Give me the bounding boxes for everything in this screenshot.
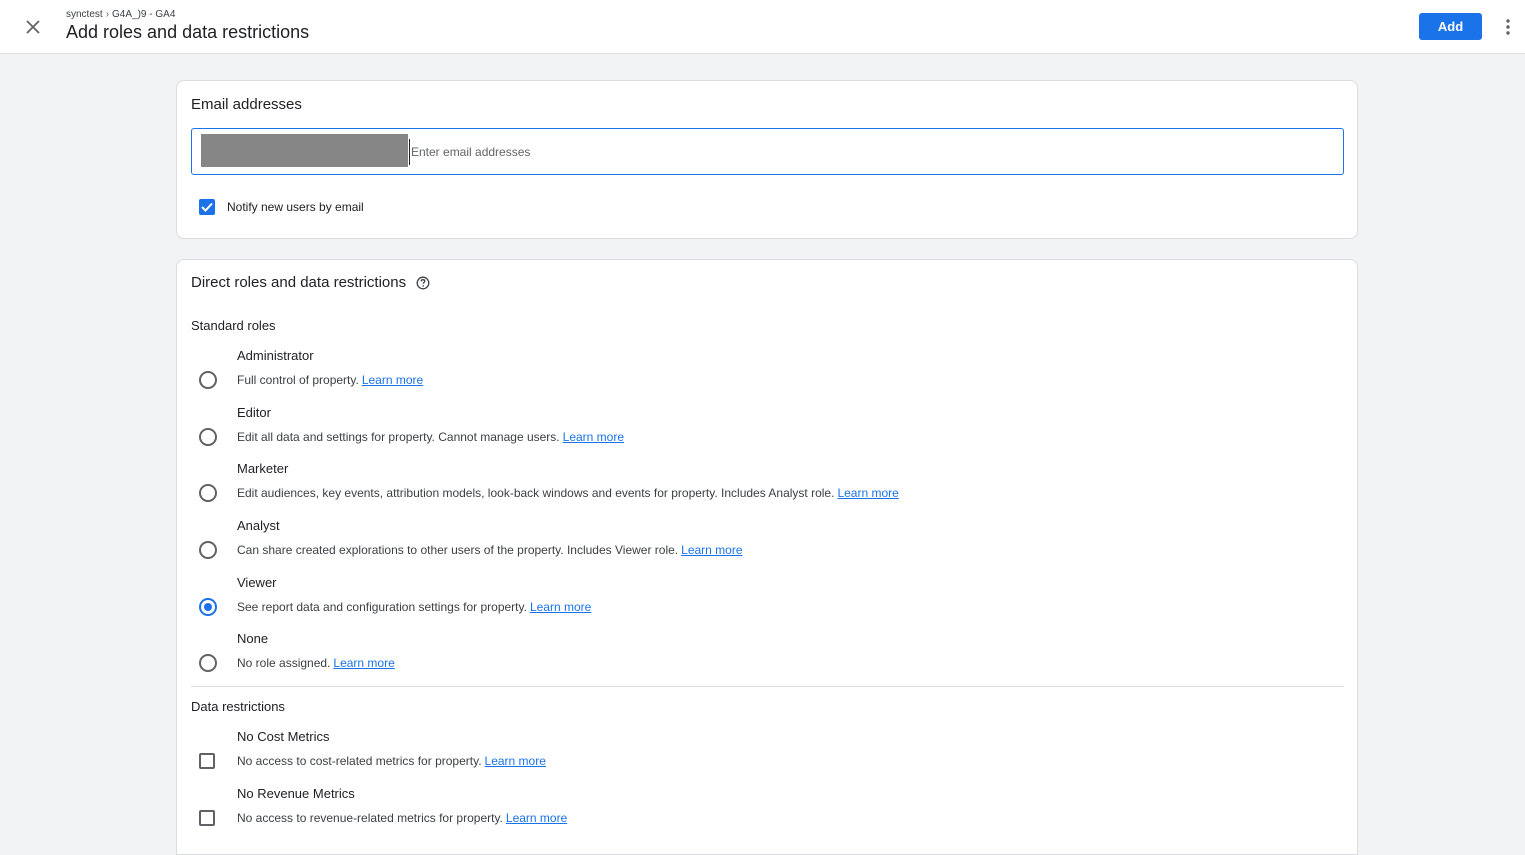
role-title: Administrator (237, 348, 314, 363)
restriction-description: No access to cost-related metrics for pr… (237, 754, 546, 768)
close-button[interactable] (20, 14, 46, 40)
role-option-administrator[interactable]: Administrator Full control of property. L… (191, 348, 1341, 416)
restriction-title: No Cost Metrics (237, 729, 330, 744)
learn-more-link[interactable]: Learn more (681, 543, 742, 557)
learn-more-link[interactable]: Learn more (362, 373, 423, 387)
role-title: Marketer (237, 461, 289, 476)
radio-administrator[interactable] (199, 371, 217, 389)
email-input[interactable] (409, 139, 1329, 165)
email-field[interactable] (191, 128, 1344, 175)
radio-dot (204, 603, 212, 611)
role-option-analyst[interactable]: Analyst Can share created explorations t… (191, 518, 1341, 586)
more-options-button[interactable] (1498, 14, 1518, 40)
notify-label: Notify new users by email (227, 200, 364, 214)
check-icon (201, 202, 213, 212)
radio-analyst[interactable] (199, 541, 217, 559)
data-restrictions-heading: Data restrictions (191, 699, 285, 714)
role-description: Full control of property. Learn more (237, 373, 423, 387)
no-revenue-metrics-checkbox[interactable] (199, 810, 215, 826)
breadcrumb-account[interactable]: synctest (66, 9, 103, 20)
roles-heading: Direct roles and data restrictions (191, 274, 407, 291)
learn-more-link[interactable]: Learn more (333, 656, 394, 670)
role-title: Editor (237, 405, 271, 420)
role-title: Analyst (237, 518, 280, 533)
more-vert-icon (1506, 19, 1510, 35)
breadcrumb-separator: › (105, 9, 110, 20)
breadcrumb: synctest › G4A_)9 - GA4 (66, 9, 175, 20)
role-description: See report data and configuration settin… (237, 600, 591, 614)
notify-checkbox[interactable] (199, 199, 215, 215)
email-heading: Email addresses (191, 96, 302, 113)
radio-editor[interactable] (199, 428, 217, 446)
breadcrumb-property[interactable]: G4A_)9 - GA4 (112, 9, 175, 20)
role-option-editor[interactable]: Editor Edit all data and settings for pr… (191, 405, 1341, 473)
help-icon[interactable] (416, 276, 430, 290)
restriction-desc-text: No access to cost-related metrics for pr… (237, 754, 482, 768)
notify-row[interactable]: Notify new users by email (199, 199, 364, 215)
role-desc-text: No role assigned. (237, 656, 331, 670)
roles-card: Direct roles and data restrictions Stand… (176, 259, 1358, 855)
add-button[interactable]: Add (1419, 13, 1482, 40)
role-desc-text: Full control of property. (237, 373, 359, 387)
radio-none[interactable] (199, 654, 217, 672)
section-divider (191, 686, 1344, 687)
role-description: Edit audiences, key events, attribution … (237, 486, 899, 500)
role-description: Can share created explorations to other … (237, 543, 743, 557)
top-app-bar: synctest › G4A_)9 - GA4 Add roles and data… (0, 0, 1525, 54)
learn-more-link[interactable]: Learn more (506, 811, 567, 825)
no-cost-metrics-checkbox[interactable] (199, 753, 215, 769)
learn-more-link[interactable]: Learn more (563, 430, 624, 444)
radio-viewer-selected[interactable] (199, 598, 217, 616)
role-option-none[interactable]: None No role assigned. Learn more (191, 631, 1341, 699)
radio-marketer[interactable] (199, 484, 217, 502)
learn-more-link[interactable]: Learn more (530, 600, 591, 614)
role-title: None (237, 631, 269, 646)
role-description: No role assigned. Learn more (237, 656, 395, 670)
redacted-email-chip[interactable] (201, 134, 408, 167)
role-option-viewer[interactable]: Viewer See report data and configuration… (191, 575, 1341, 643)
role-desc-text: Edit all data and settings for property.… (237, 430, 560, 444)
roles-heading-row: Direct roles and data restrictions (191, 274, 430, 291)
restriction-desc-text: No access to revenue-related metrics for… (237, 811, 503, 825)
restriction-title: No Revenue Metrics (237, 786, 355, 801)
close-icon (26, 20, 40, 34)
learn-more-link[interactable]: Learn more (485, 754, 546, 768)
learn-more-link[interactable]: Learn more (837, 486, 898, 500)
standard-roles-heading: Standard roles (191, 318, 276, 333)
role-description: Edit all data and settings for property.… (237, 430, 624, 444)
role-option-marketer[interactable]: Marketer Edit audiences, key events, att… (191, 461, 1341, 529)
email-card: Email addresses Notify new users by emai… (176, 80, 1358, 239)
role-desc-text: Edit audiences, key events, attribution … (237, 486, 835, 500)
restriction-description: No access to revenue-related metrics for… (237, 811, 567, 825)
page-title: Add roles and data restrictions (66, 22, 310, 42)
role-desc-text: Can share created explorations to other … (237, 543, 679, 557)
role-title: Viewer (237, 575, 277, 590)
restriction-option-no-cost-metrics[interactable]: No Cost Metrics No access to cost-relate… (191, 729, 1341, 797)
role-desc-text: See report data and configuration settin… (237, 600, 527, 614)
restriction-option-no-revenue-metrics[interactable]: No Revenue Metrics No access to revenue-… (191, 786, 1341, 854)
